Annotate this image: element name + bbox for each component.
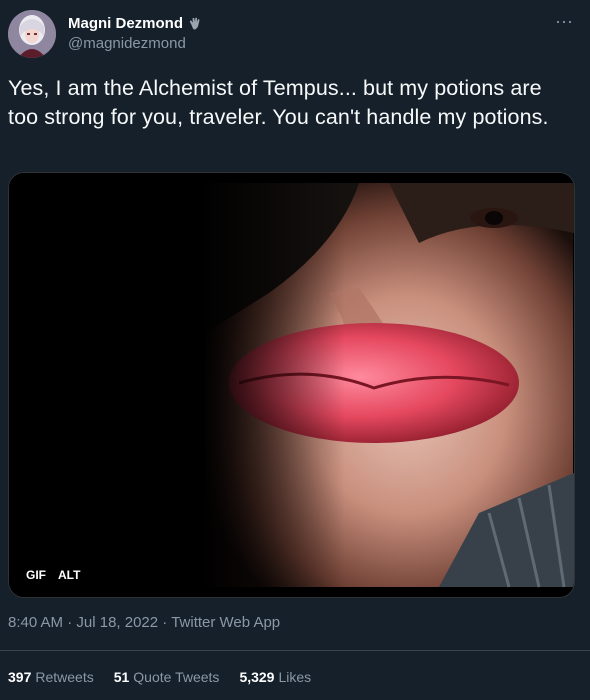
retweets-stat[interactable]: 397 Retweets	[8, 669, 94, 685]
likes-label: Likes	[278, 669, 312, 685]
quotes-count: 51	[113, 669, 130, 685]
media-badges: GIF ALT	[21, 565, 86, 585]
tweet-source[interactable]: Twitter Web App	[171, 614, 280, 631]
meta-separator: ·	[162, 614, 172, 631]
meta-separator: ·	[67, 614, 77, 631]
tweet-text: Yes, I am the Alchemist of Tempus... but…	[8, 76, 549, 129]
gif-badge: GIF	[21, 565, 51, 585]
display-name[interactable]: Magni Dezmond	[68, 14, 183, 34]
tweet-media-gif[interactable]: GIF ALT	[8, 172, 575, 598]
tweet-time[interactable]: 8:40 AM	[8, 614, 63, 631]
alt-badge[interactable]: ALT	[53, 565, 86, 585]
tweet-stats: 397 Retweets 51 Quote Tweets 5,329 Likes	[8, 669, 311, 685]
gif-frame-image	[9, 173, 574, 597]
user-handle[interactable]: @magnidezmond	[68, 34, 203, 54]
divider	[0, 650, 590, 651]
retweets-label: Retweets	[35, 669, 94, 685]
tweet-header: Magni Dezmond @magnidezmond ···	[8, 10, 582, 62]
avatar[interactable]	[8, 10, 56, 58]
likes-count: 5,329	[239, 669, 275, 685]
quote-tweets-stat[interactable]: 51 Quote Tweets	[114, 669, 220, 685]
avatar-image	[8, 10, 56, 58]
retweets-count: 397	[8, 669, 32, 685]
likes-stat[interactable]: 5,329 Likes	[239, 669, 311, 685]
user-names: Magni Dezmond @magnidezmond	[68, 14, 203, 54]
more-options-icon[interactable]: ···	[550, 10, 578, 38]
tweet-date[interactable]: Jul 18, 2022	[76, 614, 158, 631]
quotes-label: Quote Tweets	[133, 669, 220, 685]
display-name-row[interactable]: Magni Dezmond	[68, 14, 203, 34]
tweet-meta: 8:40 AM · Jul 18, 2022 · Twitter Web App	[8, 614, 280, 631]
hand-wave-icon	[189, 17, 200, 30]
